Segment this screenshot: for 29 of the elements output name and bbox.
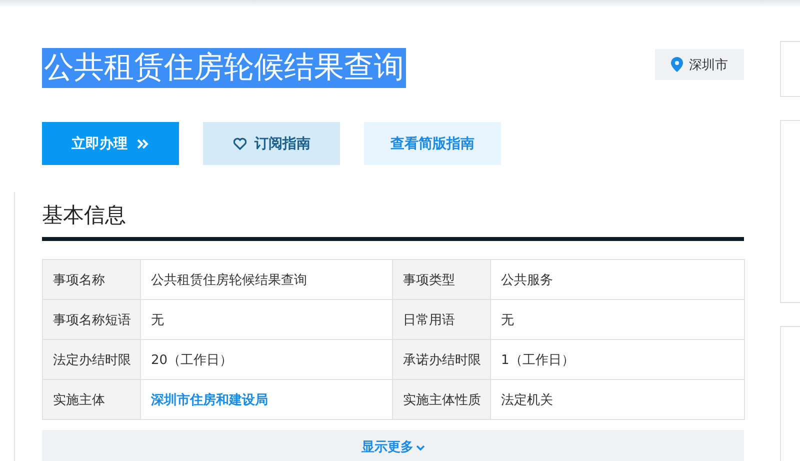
chevron-down-icon	[416, 442, 424, 452]
field-label: 事项名称短语	[42, 300, 140, 340]
double-chevron-icon	[136, 136, 150, 150]
field-label: 事项名称	[42, 260, 140, 300]
field-label: 事项类型	[392, 260, 490, 300]
section-heading: 基本信息	[42, 201, 744, 241]
page-title: 公共租赁住房轮候结果查询	[42, 48, 406, 88]
field-value: 1（工作日）	[490, 340, 744, 380]
heart-icon	[232, 136, 246, 150]
field-label: 实施主体性质	[392, 380, 490, 420]
apply-button[interactable]: 立即办理	[42, 122, 179, 165]
field-value: 法定机关	[490, 380, 744, 420]
field-value: 无	[490, 300, 744, 340]
field-value: 公共租赁住房轮候结果查询	[140, 260, 392, 300]
field-value: 公共服务	[490, 260, 744, 300]
location-pin-icon	[671, 57, 683, 72]
guide-button[interactable]: 查看简版指南	[364, 122, 501, 165]
field-value: 20（工作日）	[140, 340, 392, 380]
location-label: 深圳市	[689, 56, 728, 74]
field-value: 无	[140, 300, 392, 340]
field-label: 承诺办结时限	[392, 340, 490, 380]
side-card	[780, 41, 800, 97]
location-badge[interactable]: 深圳市	[655, 49, 744, 80]
field-label: 实施主体	[42, 380, 140, 420]
field-label: 日常用语	[392, 300, 490, 340]
field-link[interactable]: 深圳市住房和建设局	[151, 392, 268, 408]
show-more-button[interactable]: 显示更多	[362, 438, 424, 456]
subscribe-button[interactable]: 订阅指南	[203, 122, 340, 165]
field-label: 法定办结时限	[42, 340, 140, 380]
